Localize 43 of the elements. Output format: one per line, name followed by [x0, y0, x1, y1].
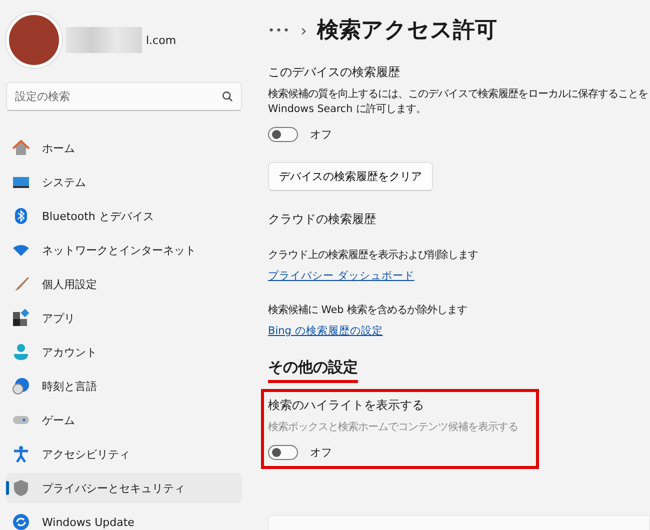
page-title: 検索アクセス許可	[316, 17, 497, 45]
setting-title: このデバイスの検索履歴	[268, 64, 400, 81]
section-heading: その他の設定	[268, 358, 358, 383]
avatar	[6, 12, 62, 68]
nav-item[interactable]: アクセシビリティ	[6, 439, 242, 469]
link[interactable]: プライバシー ダッシュボード	[268, 268, 414, 283]
setting-description: 検索候補に Web 検索を含めるか除外します	[268, 302, 467, 318]
globe-clock-icon	[12, 377, 30, 395]
account-email: l.com	[146, 34, 176, 46]
toggle-switch[interactable]	[268, 444, 298, 460]
link[interactable]: Bing の検索履歴の設定	[268, 324, 383, 338]
toggle-label: オフ	[310, 444, 332, 460]
toggle-label: オフ	[310, 126, 332, 142]
nav-item[interactable]: アプリ	[6, 303, 242, 333]
nav-item[interactable]: システム	[6, 167, 242, 197]
clear-history-button[interactable]: デバイスの検索履歴をクリア	[268, 162, 433, 191]
setting-title: 検索のハイライトを表示する	[268, 396, 424, 414]
nav-item[interactable]: ネットワークとインターネット	[6, 235, 242, 265]
search-field[interactable]: 設定の検索	[6, 82, 242, 111]
nav-item[interactable]: Bluetooth とデバイス	[6, 201, 242, 231]
person-icon	[12, 343, 30, 361]
home-icon	[12, 139, 30, 157]
nav-item[interactable]: Windows Update	[6, 507, 242, 530]
apps-icon	[12, 309, 30, 327]
nav-item[interactable]: 個人用設定	[6, 269, 242, 299]
nav-item[interactable]: プライバシーとセキュリティ	[6, 473, 242, 503]
more-breadcrumb[interactable]: •••	[268, 24, 290, 36]
setting-title: クラウドの検索履歴	[268, 210, 376, 228]
brush-icon	[12, 275, 30, 293]
breadcrumb-separator: ›	[300, 20, 307, 40]
bluetooth-icon	[12, 207, 30, 225]
search-icon	[222, 91, 233, 102]
accessibility-icon	[12, 445, 30, 463]
setting-description: 検索ボックスと検索ホームでコンテンツ候補を表示する	[268, 420, 518, 435]
nav-item[interactable]: アカウント	[6, 337, 242, 367]
toggle-switch[interactable]	[268, 126, 298, 142]
nav-item[interactable]: ホーム	[6, 133, 242, 163]
refresh-icon	[12, 513, 30, 530]
nav-item[interactable]: ゲーム	[6, 405, 242, 435]
setting-description: クラウド上の検索履歴を表示および削除します	[268, 248, 478, 263]
setting-description: 検索候補の質を向上するには、このデバイスで検索履歴をローカルに保存することを Windows Search に許可します。	[268, 87, 648, 117]
shield-icon	[12, 479, 30, 497]
nav-item[interactable]: 時刻と言語	[6, 371, 242, 401]
